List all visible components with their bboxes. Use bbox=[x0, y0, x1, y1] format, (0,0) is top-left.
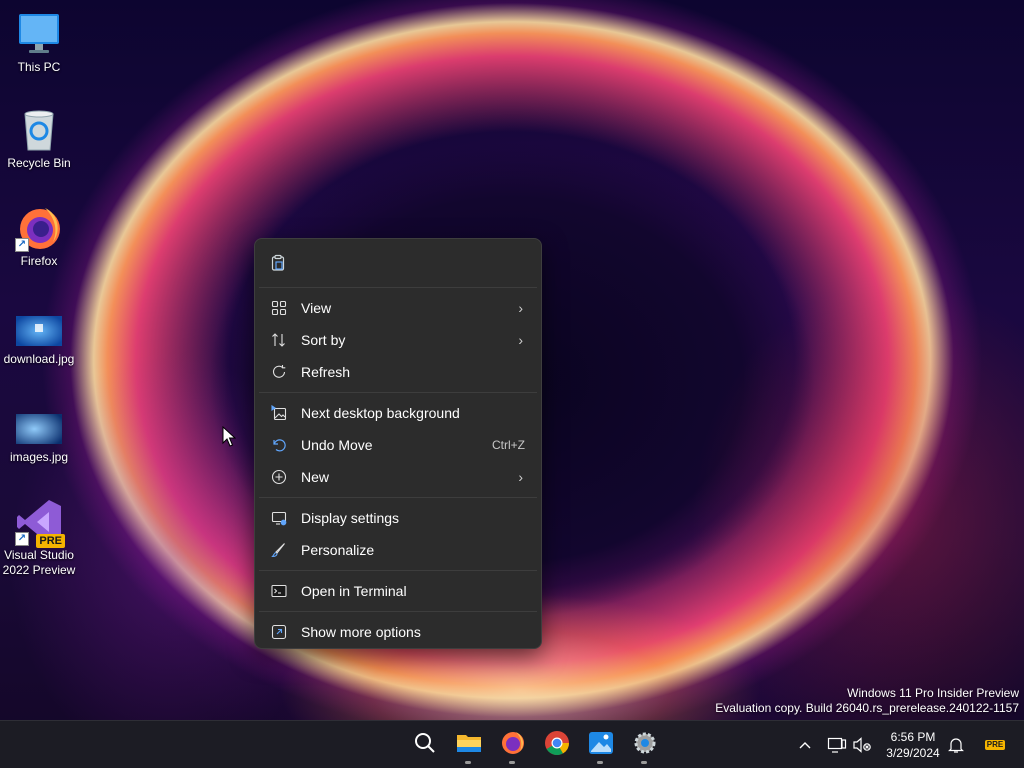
image-thumbnail-icon bbox=[15, 400, 63, 448]
file-explorer-icon bbox=[456, 731, 482, 760]
menu-item-open-in-terminal[interactable]: Open in Terminal bbox=[259, 575, 537, 607]
evaluation-watermark: Windows 11 Pro Insider Preview Evaluatio… bbox=[715, 686, 1019, 716]
running-indicator bbox=[465, 761, 471, 764]
pre-badge-text: PRE bbox=[984, 740, 1006, 750]
menu-item-label: Personalize bbox=[301, 542, 375, 558]
taskbar-settings-button[interactable] bbox=[625, 725, 665, 765]
menu-item-undo-move[interactable]: Undo Move Ctrl+Z bbox=[259, 429, 537, 461]
clock-date: 3/29/2024 bbox=[886, 746, 940, 760]
desktop-icon-label: Visual Studio 2022 Preview bbox=[2, 548, 76, 577]
menu-item-display-settings[interactable]: Display settings bbox=[259, 502, 537, 534]
desktop-icon-label: download.jpg bbox=[3, 352, 75, 366]
paste-icon[interactable] bbox=[268, 253, 288, 273]
shortcut-arrow-icon: ↗ bbox=[15, 238, 29, 252]
watermark-edition: Windows 11 Pro Insider Preview bbox=[847, 686, 1019, 700]
desktop-icon-label: images.jpg bbox=[9, 450, 69, 464]
watermark-build: Evaluation copy. Build 26040.rs_prerelea… bbox=[715, 701, 1019, 715]
chevron-right-icon: › bbox=[518, 300, 523, 316]
desktop-icon-visual-studio[interactable]: ↗ PRE Visual Studio 2022 Preview bbox=[0, 498, 78, 578]
taskbar-firefox-button[interactable] bbox=[493, 725, 533, 765]
menu-item-show-more-options[interactable]: Show more options bbox=[259, 616, 537, 648]
menu-item-label: Show more options bbox=[301, 624, 421, 640]
settings-icon bbox=[633, 731, 657, 760]
undo-icon bbox=[269, 435, 289, 455]
mouse-cursor-icon bbox=[222, 425, 237, 453]
personalize-icon bbox=[269, 540, 289, 560]
recycle-bin-icon bbox=[15, 106, 63, 154]
shortcut-text: Ctrl+Z bbox=[492, 438, 525, 452]
menu-quick-actions bbox=[255, 239, 541, 287]
taskbar-photos-button[interactable] bbox=[581, 725, 621, 765]
system-clock[interactable]: 6:56 PM 3/29/2024 bbox=[874, 729, 952, 761]
desktop-context-menu: View › Sort by › Refresh Next desktop ba… bbox=[254, 238, 542, 649]
display-settings-icon bbox=[269, 508, 289, 528]
menu-item-view[interactable]: View › bbox=[259, 292, 537, 324]
desktop-icon-firefox[interactable]: ↗ Firefox bbox=[0, 204, 78, 269]
desktop-icon-this-pc[interactable]: This PC bbox=[0, 10, 78, 75]
volume-muted-icon[interactable] bbox=[850, 733, 874, 757]
menu-item-label: Next desktop background bbox=[301, 405, 460, 421]
menu-item-sort-by[interactable]: Sort by › bbox=[259, 324, 537, 356]
running-indicator bbox=[597, 761, 603, 764]
menu-item-label: Open in Terminal bbox=[301, 583, 407, 599]
desktop-icon-label: This PC bbox=[17, 60, 61, 74]
chevron-right-icon: › bbox=[518, 469, 523, 485]
new-icon bbox=[269, 467, 289, 487]
desktop-icon-images-jpg[interactable]: images.jpg bbox=[0, 400, 78, 465]
shortcut-arrow-icon: ↗ bbox=[15, 532, 29, 546]
desktop-icon-label: Recycle Bin bbox=[7, 156, 71, 170]
network-icon[interactable] bbox=[825, 733, 849, 757]
photos-icon bbox=[588, 731, 614, 760]
menu-item-label: Sort by bbox=[301, 332, 346, 348]
menu-item-label: Refresh bbox=[301, 364, 351, 380]
image-thumbnail-icon bbox=[15, 302, 63, 350]
grid-icon bbox=[269, 298, 289, 318]
next-background-icon bbox=[269, 403, 289, 423]
running-indicator bbox=[509, 761, 515, 764]
taskbar-file-explorer-button[interactable] bbox=[449, 725, 489, 765]
menu-item-label: View bbox=[301, 300, 332, 316]
desktop-icon-recycle-bin[interactable]: Recycle Bin bbox=[0, 106, 78, 171]
insider-pre-badge: PRE bbox=[984, 733, 1006, 757]
show-hidden-icons-chevron-up-icon[interactable] bbox=[793, 733, 817, 757]
menu-item-new[interactable]: New › bbox=[259, 461, 537, 493]
notification-bell-icon[interactable] bbox=[944, 733, 968, 757]
menu-item-personalize[interactable]: Personalize bbox=[259, 534, 537, 566]
firefox-icon: ↗ bbox=[15, 204, 63, 252]
firefox-icon bbox=[500, 730, 526, 761]
running-indicator bbox=[641, 761, 647, 764]
pre-badge: PRE bbox=[36, 534, 65, 548]
taskbar: 6:56 PM 3/29/2024 PRE bbox=[0, 720, 1024, 768]
menu-item-label: Undo Move bbox=[301, 437, 373, 453]
sort-icon bbox=[269, 330, 289, 350]
clock-time: 6:56 PM bbox=[890, 730, 936, 744]
menu-item-label: Display settings bbox=[301, 510, 400, 526]
taskbar-search-button[interactable] bbox=[405, 725, 445, 765]
chrome-icon bbox=[544, 730, 570, 761]
menu-item-label: New bbox=[301, 469, 330, 485]
refresh-icon bbox=[269, 362, 289, 382]
chevron-right-icon: › bbox=[518, 332, 523, 348]
desktop-icon-label: Firefox bbox=[20, 254, 58, 268]
terminal-icon bbox=[269, 581, 289, 601]
desktop-icon-download-jpg[interactable]: download.jpg bbox=[0, 302, 78, 367]
menu-item-next-desktop-background[interactable]: Next desktop background bbox=[259, 397, 537, 429]
monitor-icon bbox=[15, 10, 63, 58]
taskbar-chrome-button[interactable] bbox=[537, 725, 577, 765]
visual-studio-icon: ↗ PRE bbox=[15, 498, 65, 548]
search-icon bbox=[413, 731, 437, 760]
show-more-options-icon bbox=[269, 622, 289, 642]
menu-item-refresh[interactable]: Refresh bbox=[259, 356, 537, 388]
